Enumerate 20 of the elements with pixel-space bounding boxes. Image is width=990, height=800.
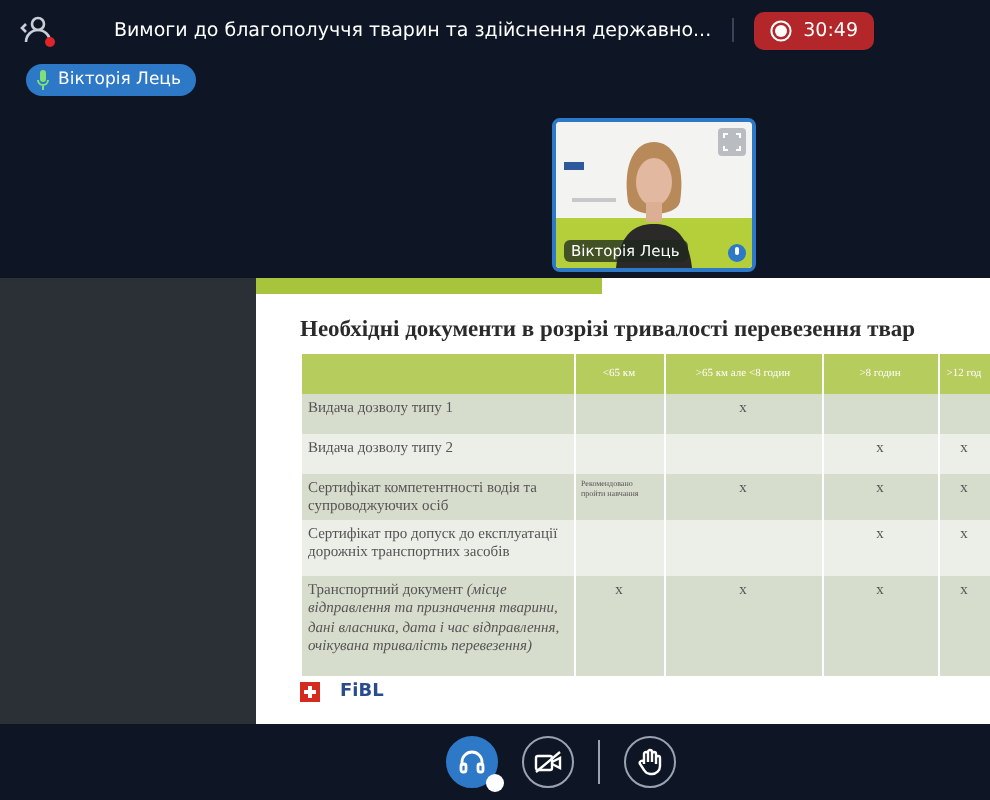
hand-icon <box>637 747 661 775</box>
meeting-title: Вимоги до благополуччя тварин та здійснення державно... <box>113 19 712 41</box>
audio-button[interactable] <box>445 735 497 787</box>
status-dot <box>485 773 503 791</box>
camera-off-icon <box>533 749 561 773</box>
user-icon[interactable] <box>20 12 56 48</box>
table-cell <box>938 394 990 434</box>
slide-title: Необхідні документи в розрізі тривалості перевезення твар <box>300 318 916 342</box>
table-cell <box>822 394 938 434</box>
table-cell <box>574 434 664 474</box>
microphone-icon <box>727 244 745 262</box>
speaker-badge: Вікторія Лець <box>26 64 197 96</box>
recording-indicator[interactable]: 30:49 <box>753 11 874 49</box>
table-cell <box>574 394 664 434</box>
table-cell <box>574 519 664 576</box>
logo: FiBL <box>340 681 384 702</box>
camera-button[interactable] <box>521 735 573 787</box>
headset-icon <box>457 747 485 775</box>
hand-button[interactable] <box>623 735 675 787</box>
flag-icon <box>300 681 320 702</box>
